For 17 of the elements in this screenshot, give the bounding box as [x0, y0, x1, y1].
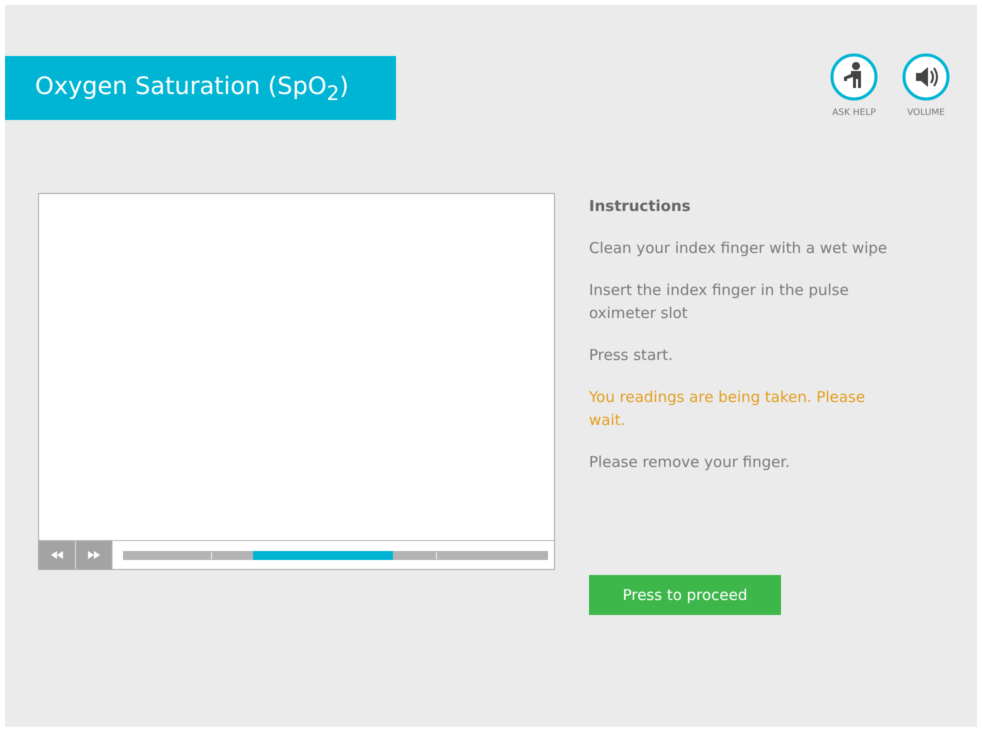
progress-track[interactable]	[123, 550, 548, 560]
speaker-icon	[901, 52, 951, 102]
page-title: Oxygen Saturation (SpO$_{2}$)	[5, 56, 396, 120]
ask-help-button[interactable]: ASK HELP	[828, 52, 880, 118]
fast-forward-button[interactable]	[76, 541, 113, 569]
status-message: You readings are being taken. Please wait.	[589, 387, 866, 431]
volume-button[interactable]: VOLUME	[900, 52, 952, 118]
rewind-button[interactable]	[39, 541, 76, 569]
instruction-step: Press start.	[589, 344, 889, 367]
instructions-heading: Instructions	[589, 197, 692, 215]
fast-forward-icon	[88, 551, 100, 559]
rewind-icon	[51, 551, 63, 559]
person-icon	[829, 52, 879, 102]
proceed-button[interactable]: Press to proceed	[589, 575, 781, 615]
instruction-step: Insert the index finger in the pulse oximeter slot	[589, 279, 889, 325]
instruction-step: Clean your index finger with a wet wipe	[589, 237, 889, 260]
instruction-step: Please remove your finger.	[589, 451, 889, 474]
